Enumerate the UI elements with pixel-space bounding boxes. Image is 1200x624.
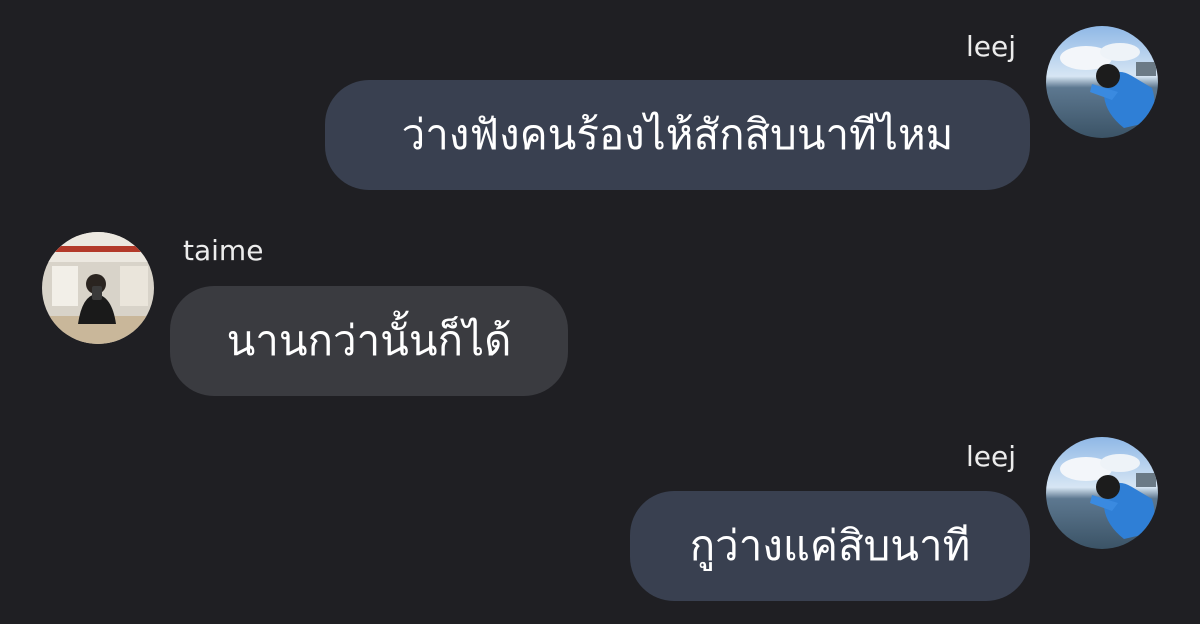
sender-name: leej (965, 440, 1016, 473)
taime-avatar-image (42, 232, 154, 344)
sender-name: leej (965, 30, 1016, 63)
leej-avatar-image (1046, 437, 1158, 549)
message-text: กูว่างแค่สิบนาที (689, 521, 971, 570)
sender-name: taime (183, 234, 264, 267)
message-bubble[interactable]: ว่างฟังคนร้องไห้สักสิบนาทีไหม (325, 80, 1030, 190)
message-bubble[interactable]: นานกว่านั้นก็ได้ (170, 286, 568, 396)
chat-thread: leej ว่างฟังคนร้องไห้สักสิบนาทีไหม taime… (0, 0, 1200, 624)
avatar[interactable] (1046, 437, 1158, 549)
avatar[interactable] (1046, 26, 1158, 138)
message-text: ว่างฟังคนร้องไห้สักสิบนาทีไหม (401, 110, 954, 159)
avatar[interactable] (42, 232, 154, 344)
leej-avatar-image (1046, 26, 1158, 138)
message-bubble[interactable]: กูว่างแค่สิบนาที (630, 491, 1030, 601)
message-text: นานกว่านั้นก็ได้ (226, 316, 512, 365)
